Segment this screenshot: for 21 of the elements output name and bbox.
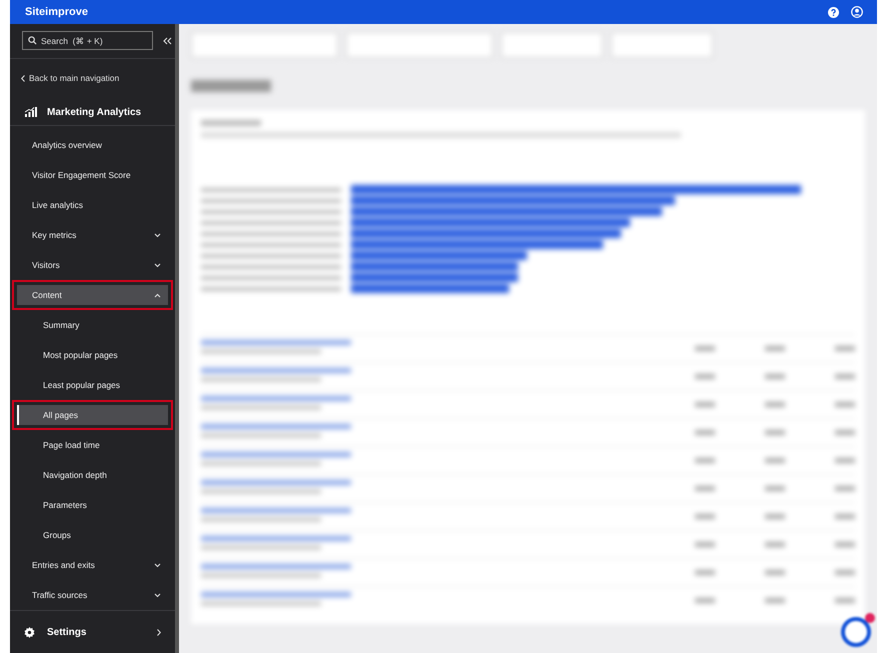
nav-item[interactable]: Visitors	[12, 250, 173, 280]
nav-item[interactable]: Groups	[12, 520, 173, 550]
nav-item[interactable]: Live analytics	[12, 190, 173, 220]
nav-item[interactable]: Summary	[12, 310, 173, 340]
brand-logo[interactable]: Siteimprove	[25, 6, 88, 18]
settings-link[interactable]: Settings	[10, 610, 175, 653]
nav-item[interactable]: Key metrics	[12, 220, 173, 250]
nav-item[interactable]: Analytics overview	[12, 130, 173, 160]
back-link[interactable]: Back to main navigation	[21, 73, 120, 83]
nav-item[interactable]: All pages	[12, 400, 173, 430]
nav-item[interactable]: Content	[12, 280, 173, 310]
search-field[interactable]: Search (⌘ + K)	[22, 31, 153, 50]
nav-item[interactable]: Least popular pages	[12, 370, 173, 400]
nav-item[interactable]: Most popular pages	[12, 340, 173, 370]
nav-item[interactable]: Traffic sources	[12, 580, 173, 610]
nav-item[interactable]: Entries and exits	[12, 550, 173, 580]
nav-item[interactable]: Parameters	[12, 490, 173, 520]
section-title: Marketing Analytics	[47, 106, 142, 118]
nav-item[interactable]: Page load time	[12, 430, 173, 460]
nav-item[interactable]: Visitor Engagement Score	[12, 160, 173, 190]
nav-item[interactable]: Navigation depth	[12, 460, 173, 490]
